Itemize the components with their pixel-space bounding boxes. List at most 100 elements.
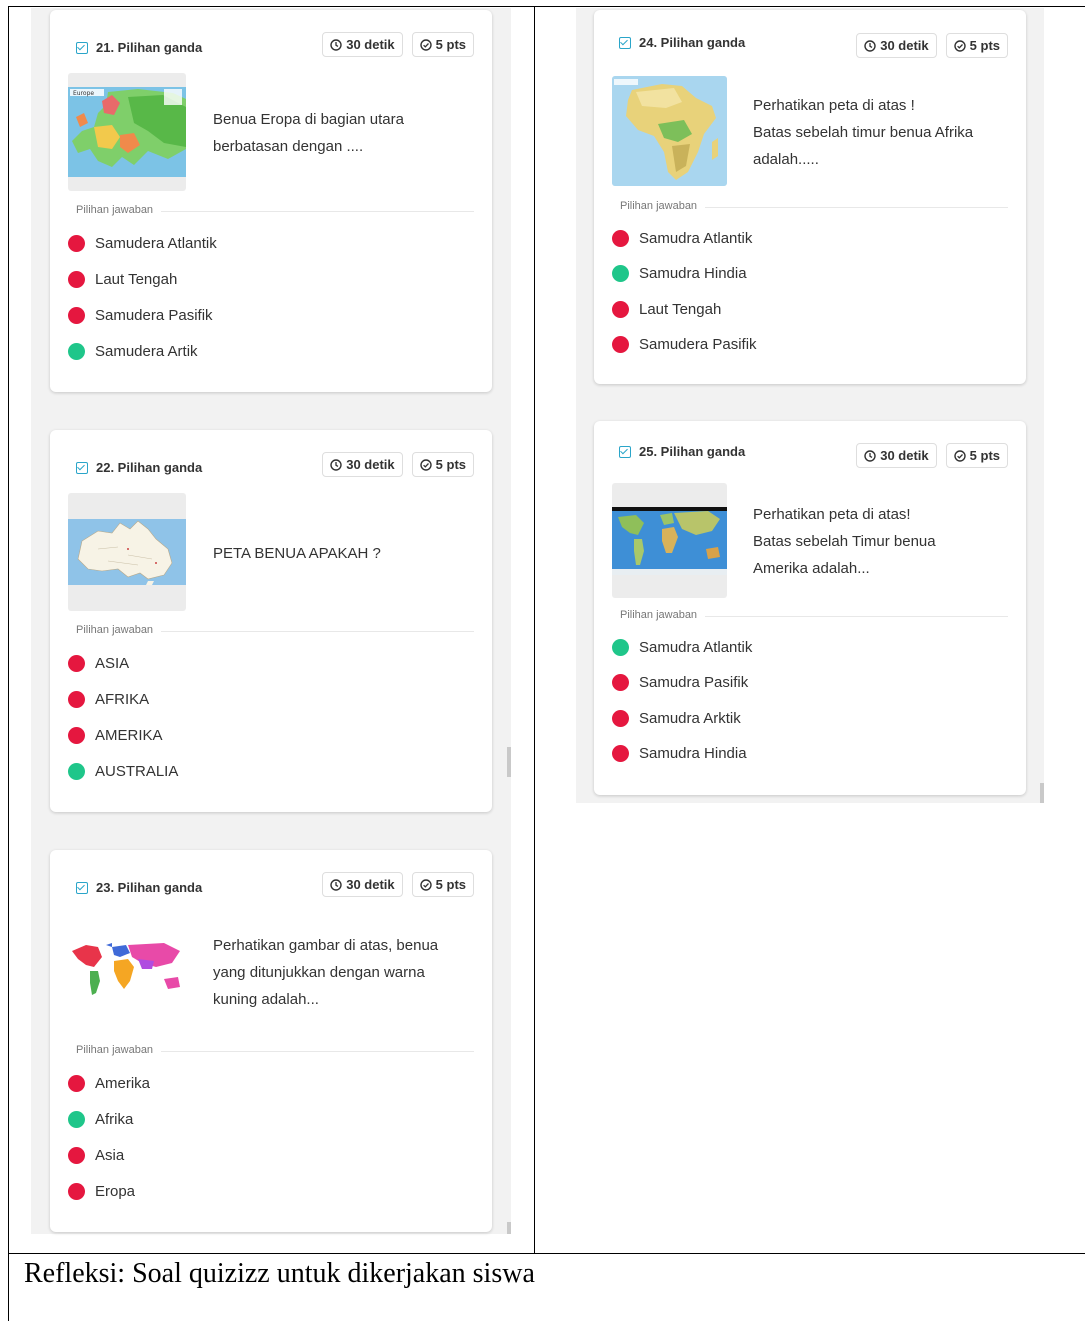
clock-icon bbox=[864, 449, 876, 462]
answer-option[interactable]: AFRIKA bbox=[68, 681, 178, 717]
points-badge: 5 pts bbox=[945, 33, 1008, 58]
question-text: Perhatikan gambar di atas, benua yang di… bbox=[213, 937, 439, 1008]
answer-options: ASIA AFRIKA AMERIKA AUSTRALIA bbox=[68, 645, 178, 789]
wrong-answer-indicator bbox=[612, 674, 629, 692]
answer-option[interactable]: Samudra Pasifik bbox=[612, 665, 752, 700]
wrong-answer-indicator bbox=[612, 336, 629, 354]
table-border-top bbox=[8, 6, 1085, 7]
wrong-answer-indicator bbox=[68, 726, 85, 744]
answer-label: Samudera Atlantik bbox=[95, 234, 217, 252]
wrong-answer-indicator bbox=[68, 1074, 85, 1092]
question-badges: 30 detik 5 pts bbox=[322, 452, 474, 477]
checkbox-icon bbox=[76, 41, 88, 54]
answer-label: Samudra Atlantik bbox=[639, 639, 753, 657]
answer-option[interactable]: Asia bbox=[68, 1137, 150, 1173]
wrong-answer-indicator bbox=[68, 234, 85, 252]
points-label: 5 pts bbox=[435, 457, 466, 472]
check-circle-icon bbox=[953, 449, 966, 462]
points-label: 5 pts bbox=[969, 38, 1000, 53]
answer-option[interactable]: AUSTRALIA bbox=[68, 753, 178, 789]
answer-label: Samudra Arktik bbox=[639, 709, 741, 727]
question-badges: 30 detik 5 pts bbox=[856, 33, 1008, 58]
points-badge: 5 pts bbox=[411, 32, 474, 57]
question-card-25: 25. Pilihan ganda 30 detik 5 pts Perhati… bbox=[594, 421, 1026, 795]
answer-label: Samudra Pasifik bbox=[639, 674, 749, 692]
answer-options: Samudera Atlantik Laut Tengah Samudera P… bbox=[68, 225, 217, 369]
answer-option[interactable]: Samudra Hindia bbox=[612, 256, 757, 291]
answer-option[interactable]: Samudra Atlantik bbox=[612, 221, 757, 256]
correct-answer-indicator bbox=[68, 342, 85, 360]
question-card-23: 23. Pilihan ganda 30 detik 5 pts Perhati… bbox=[50, 850, 492, 1232]
wrong-answer-indicator bbox=[68, 654, 85, 672]
answer-option[interactable]: AMERIKA bbox=[68, 717, 178, 753]
answers-label: Pilihan jawaban bbox=[76, 204, 162, 216]
wrong-answer-indicator bbox=[612, 745, 629, 763]
question-title: 23. Pilihan ganda bbox=[96, 880, 203, 895]
answer-option[interactable]: Laut Tengah bbox=[612, 292, 757, 327]
question-badges: 30 detik 5 pts bbox=[856, 443, 1008, 468]
time-badge: 30 detik bbox=[322, 452, 403, 477]
answer-label: ASIA bbox=[95, 654, 130, 672]
points-label: 5 pts bbox=[435, 877, 466, 892]
clock-icon bbox=[864, 39, 876, 52]
question-text: Perhatikan peta di atas! Batas sebelah T… bbox=[753, 506, 936, 577]
table-divider-vertical bbox=[534, 6, 535, 1254]
answers-label: Pilihan jawaban bbox=[76, 624, 162, 636]
answer-label: Laut Tengah bbox=[639, 300, 722, 318]
answer-option[interactable]: Amerika bbox=[68, 1065, 150, 1101]
correct-answer-indicator bbox=[612, 265, 629, 283]
scrollbar-thumb[interactable] bbox=[1040, 783, 1044, 803]
answer-option[interactable]: Samudera Pasifik bbox=[612, 327, 757, 362]
wrong-answer-indicator bbox=[68, 1146, 85, 1164]
wrong-answer-indicator bbox=[68, 690, 85, 708]
answers-label: Pilihan jawaban bbox=[620, 609, 706, 621]
points-label: 5 pts bbox=[969, 448, 1000, 463]
question-card-24: 24. Pilihan ganda 30 detik 5 pts Perhati… bbox=[594, 10, 1026, 384]
time-badge: 30 detik bbox=[856, 33, 937, 58]
answer-option[interactable]: ASIA bbox=[68, 645, 178, 681]
time-label: 30 detik bbox=[880, 38, 929, 53]
answer-label: Samudera Pasifik bbox=[639, 336, 757, 354]
question-title: 22. Pilihan ganda bbox=[96, 460, 203, 475]
question-badges: 30 detik 5 pts bbox=[322, 872, 474, 897]
points-badge: 5 pts bbox=[945, 443, 1008, 468]
wrong-answer-indicator bbox=[68, 1182, 85, 1200]
time-label: 30 detik bbox=[346, 457, 395, 472]
answer-option[interactable]: Eropa bbox=[68, 1173, 150, 1209]
time-label: 30 detik bbox=[346, 877, 395, 892]
answer-label: AFRIKA bbox=[95, 690, 150, 708]
clock-icon bbox=[330, 878, 342, 891]
correct-answer-indicator bbox=[68, 1110, 85, 1128]
question-title: 24. Pilihan ganda bbox=[639, 35, 746, 50]
wrong-answer-indicator bbox=[612, 709, 629, 727]
answer-option[interactable]: Samudra Atlantik bbox=[612, 630, 752, 665]
answer-options: Samudra Atlantik Samudra Pasifik Samudra… bbox=[612, 630, 752, 771]
answers-label: Pilihan jawaban bbox=[620, 200, 706, 212]
question-header: 25. Pilihan ganda bbox=[619, 444, 745, 459]
question-text: Perhatikan peta di atas ! Batas sebelah … bbox=[753, 97, 974, 168]
time-badge: 30 detik bbox=[856, 443, 937, 468]
europe-map-image: Europe bbox=[68, 73, 186, 191]
question-header: 23. Pilihan ganda bbox=[76, 880, 202, 895]
question-text: PETA BENUA APAKAH ? bbox=[213, 545, 381, 562]
time-badge: 30 detik bbox=[322, 872, 403, 897]
answer-option[interactable]: Samudra Arktik bbox=[612, 701, 752, 736]
scrollbar-thumb[interactable] bbox=[507, 747, 511, 777]
check-circle-icon bbox=[419, 458, 432, 471]
question-card-22: 22. Pilihan ganda 30 detik 5 pts PETA BE… bbox=[50, 430, 492, 812]
wrong-answer-indicator bbox=[68, 306, 85, 324]
answer-option[interactable]: Samudera Artik bbox=[68, 333, 217, 369]
wrong-answer-indicator bbox=[612, 300, 629, 318]
checkbox-icon bbox=[619, 36, 631, 49]
answer-label: Afrika bbox=[95, 1110, 134, 1128]
answer-option[interactable]: Samudra Hindia bbox=[612, 736, 752, 771]
answer-option[interactable]: Samudera Pasifik bbox=[68, 297, 217, 333]
scrollbar-thumb[interactable] bbox=[507, 1222, 511, 1234]
correct-answer-indicator bbox=[612, 639, 629, 657]
answer-option[interactable]: Afrika bbox=[68, 1101, 150, 1137]
answer-label: Samudera Pasifik bbox=[95, 306, 213, 324]
answer-option[interactable]: Laut Tengah bbox=[68, 261, 217, 297]
table-divider-horizontal bbox=[8, 1253, 1085, 1254]
answer-option[interactable]: Samudera Atlantik bbox=[68, 225, 217, 261]
answer-label: Asia bbox=[95, 1146, 125, 1164]
